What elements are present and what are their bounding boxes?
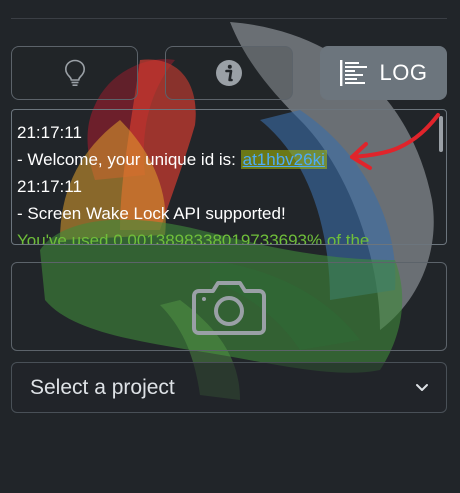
project-select[interactable]: Select a project [11,362,447,413]
log-button-label: LOG [379,60,428,85]
chevron-down-icon [416,384,428,391]
camera-icon [192,280,266,335]
lightbulb-icon [64,59,85,87]
camera-button[interactable] [11,262,447,351]
log-scrollbar[interactable] [439,116,443,152]
info-button[interactable] [165,46,293,100]
log-wakelock-line: - Screen Wake Lock API supported! [17,204,286,223]
log-welcome-text: - Welcome, your unique id is: [17,150,241,169]
project-select-placeholder: Select a project [30,375,175,399]
info-icon [216,60,242,86]
log-output[interactable]: 21:17:11 - Welcome, your unique id is: a… [11,109,447,245]
log-welcome-line: - Welcome, your unique id is: at1hbv26ki [17,146,446,173]
top-divider [11,18,447,19]
unique-id-link[interactable]: at1hbv26ki [240,150,327,169]
idea-button[interactable] [11,46,138,100]
log-timestamp: 21:17:11 [17,123,82,142]
log-button[interactable]: LOG [320,46,447,100]
log-timestamp: 21:17:11 [17,177,82,196]
log-list-icon [339,60,367,86]
log-usage-line: You've used 0.0013898338019733693% of th… [17,231,370,245]
